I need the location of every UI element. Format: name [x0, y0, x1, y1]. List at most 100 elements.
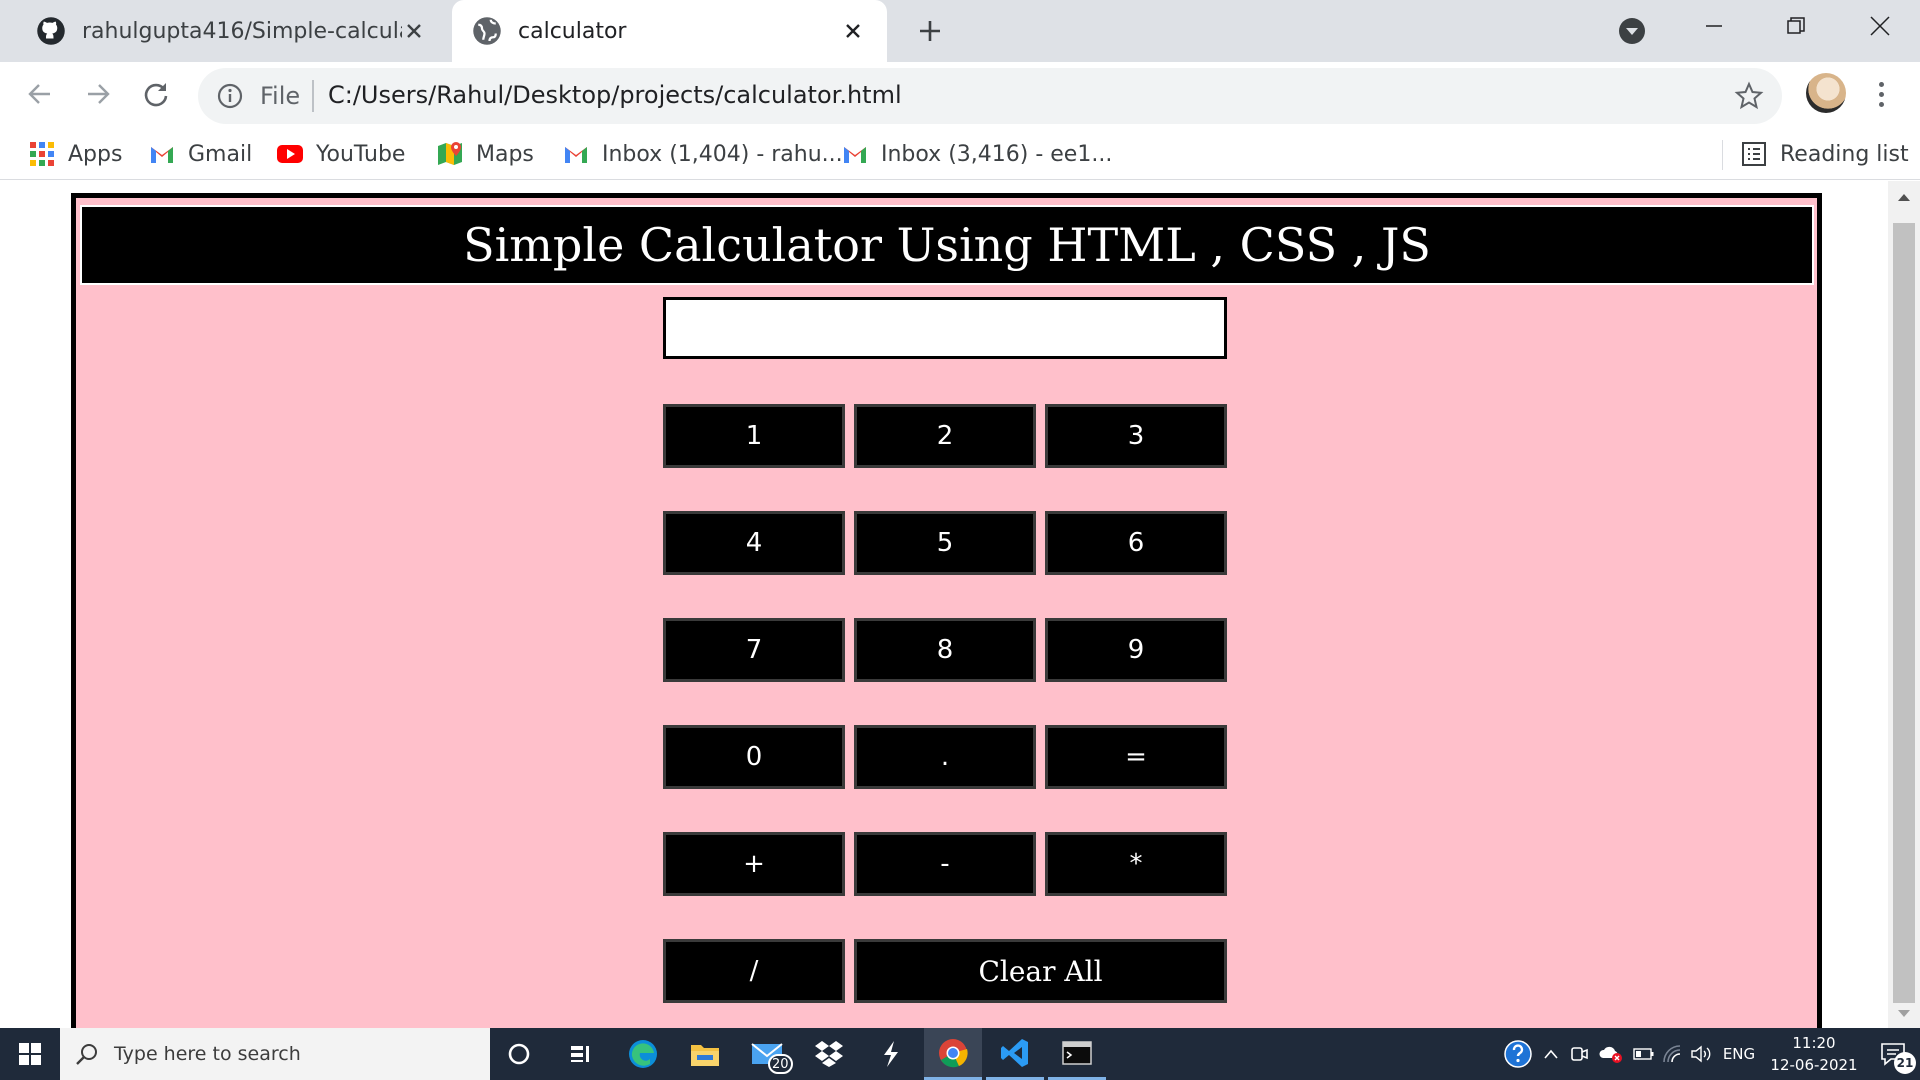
help-tray-icon[interactable]	[1500, 1028, 1536, 1080]
key-divide[interactable]: /	[663, 939, 845, 1003]
page-title: Simple Calculator Using HTML , CSS , JS	[463, 218, 1431, 272]
chevron-up-icon	[1544, 1049, 1558, 1059]
key-6[interactable]: 6	[1045, 511, 1227, 575]
bookmark-label: YouTube	[316, 141, 406, 167]
bookmarks-bar: Apps Gmail YouTube Maps Inbox (1,404) - …	[0, 128, 1920, 180]
clear-all-button[interactable]: Clear All	[854, 939, 1227, 1003]
calculator-container: Simple Calculator Using HTML , CSS , JS …	[71, 193, 1822, 1028]
close-icon	[846, 24, 860, 38]
volume-tray-icon[interactable]	[1688, 1028, 1716, 1080]
input-language-indicator[interactable]: ENG	[1718, 1028, 1760, 1080]
plus-icon	[920, 21, 940, 41]
search-placeholder: Type here to search	[114, 1043, 301, 1065]
tab-search-icon[interactable]	[1617, 16, 1647, 46]
taskbar-clock[interactable]: 11:20 12-06-2021	[1768, 1032, 1860, 1076]
browser-menu-button[interactable]	[1866, 74, 1896, 114]
bookmark-star-icon[interactable]	[1734, 81, 1764, 111]
back-button[interactable]	[20, 74, 60, 114]
back-arrow-icon	[28, 84, 50, 104]
key-multiply[interactable]: *	[1045, 832, 1227, 896]
network-tray-icon[interactable]	[1660, 1028, 1686, 1080]
speaker-icon	[1691, 1045, 1711, 1063]
terminal-app[interactable]	[1048, 1028, 1106, 1080]
key-1[interactable]: 1	[663, 404, 845, 468]
key-5[interactable]: 5	[854, 511, 1036, 575]
battery-tray-icon[interactable]	[1630, 1028, 1658, 1080]
key-decimal[interactable]: .	[854, 725, 1036, 789]
calculator-display[interactable]	[663, 297, 1227, 359]
key-minus[interactable]: -	[854, 832, 1036, 896]
tab-calculator[interactable]: calculator	[452, 0, 887, 62]
scroll-up-button[interactable]	[1888, 187, 1920, 207]
address-bar[interactable]: File C:/Users/Rahul/Desktop/projects/cal…	[198, 68, 1782, 124]
tab-strip: rahulgupta416/Simple-calculator calculat…	[0, 0, 1920, 62]
onedrive-tray-icon[interactable]	[1596, 1028, 1626, 1080]
action-center-button[interactable]: 21	[1866, 1028, 1920, 1080]
cortana-circle-icon	[508, 1043, 530, 1065]
search-icon	[76, 1044, 97, 1065]
globe-icon	[473, 17, 501, 45]
url-text[interactable]: C:/Users/Rahul/Desktop/projects/calculat…	[328, 81, 902, 109]
key-plus[interactable]: +	[663, 832, 845, 896]
key-3[interactable]: 3	[1045, 404, 1227, 468]
key-4[interactable]: 4	[663, 511, 845, 575]
menu-dot	[1878, 101, 1884, 107]
close-tab-button[interactable]	[400, 17, 428, 45]
key-7[interactable]: 7	[663, 618, 845, 682]
gmail-icon	[844, 147, 866, 163]
bookmark-maps[interactable]: Maps	[436, 138, 534, 170]
start-button[interactable]	[0, 1028, 60, 1080]
new-tab-button[interactable]	[912, 13, 948, 49]
reading-list-button[interactable]: Reading list	[1740, 138, 1909, 170]
device-icon	[1571, 1047, 1588, 1061]
task-view-button[interactable]	[552, 1028, 610, 1080]
bookmark-inbox-1[interactable]: Inbox (1,404) - rahu...	[562, 138, 843, 170]
windows-logo-icon	[19, 1043, 41, 1065]
bookmark-apps[interactable]: Apps	[28, 138, 122, 170]
bookmark-label: Inbox (3,416) - ee1...	[881, 141, 1113, 167]
dropbox-app[interactable]	[800, 1028, 858, 1080]
minimize-icon	[1706, 25, 1722, 27]
tab-github[interactable]: rahulgupta416/Simple-calculator	[0, 0, 448, 62]
key-0[interactable]: 0	[663, 725, 845, 789]
scroll-down-button[interactable]	[1888, 1004, 1920, 1024]
bookmark-inbox-2[interactable]: Inbox (3,416) - ee1...	[841, 138, 1112, 170]
meet-now-tray-icon[interactable]	[1566, 1028, 1592, 1080]
show-hidden-icons-button[interactable]	[1540, 1028, 1562, 1080]
key-8[interactable]: 8	[854, 618, 1036, 682]
info-icon[interactable]	[216, 82, 244, 110]
taskbar-search-box[interactable]: Type here to search	[60, 1028, 490, 1080]
minimize-button[interactable]	[1674, 0, 1754, 52]
tab-title: rahulgupta416/Simple-calculator	[82, 18, 402, 44]
cortana-button[interactable]	[490, 1028, 548, 1080]
bookmarks-divider	[1722, 140, 1723, 170]
chrome-app[interactable]	[924, 1028, 982, 1080]
close-tab-button[interactable]	[839, 17, 867, 45]
edge-app[interactable]	[614, 1028, 672, 1080]
profile-avatar[interactable]	[1806, 73, 1846, 113]
file-explorer-app[interactable]	[676, 1028, 734, 1080]
restore-icon	[1787, 17, 1805, 34]
key-equals[interactable]: =	[1045, 725, 1227, 789]
vscode-icon	[1001, 1038, 1028, 1067]
window-close-button[interactable]	[1840, 0, 1920, 52]
dropbox-icon	[815, 1041, 843, 1067]
forward-button[interactable]	[78, 74, 118, 114]
key-9[interactable]: 9	[1045, 618, 1227, 682]
close-icon	[1870, 16, 1890, 36]
vscode-app[interactable]	[986, 1028, 1044, 1080]
power-automate-app[interactable]	[862, 1028, 920, 1080]
restore-button[interactable]	[1756, 0, 1836, 52]
vertical-scrollbar[interactable]	[1888, 181, 1920, 1028]
reload-button[interactable]	[136, 74, 176, 114]
mail-app[interactable]: 20	[738, 1028, 796, 1080]
scheme-label: File	[260, 82, 301, 110]
bookmark-gmail[interactable]: Gmail	[148, 138, 252, 170]
notification-count-badge: 21	[1894, 1052, 1916, 1074]
key-2[interactable]: 2	[854, 404, 1036, 468]
bookmark-youtube[interactable]: YouTube	[276, 138, 405, 170]
clock-time: 11:20	[1792, 1034, 1836, 1052]
calculator-header: Simple Calculator Using HTML , CSS , JS	[80, 205, 1814, 285]
scrollbar-thumb[interactable]	[1893, 223, 1915, 1003]
gmail-icon	[565, 147, 587, 163]
